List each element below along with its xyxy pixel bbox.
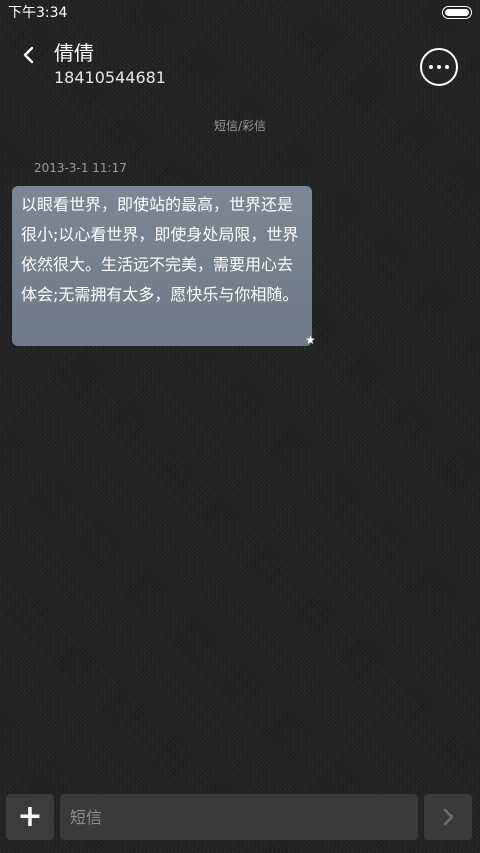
status-bar: 下午3:34 bbox=[0, 0, 480, 26]
received-message-bubble[interactable]: 以眼看世界，即使站的最高，世界还是很小;以心看世界，即使身处局限，世界依然很大。… bbox=[12, 186, 312, 346]
more-options-button[interactable] bbox=[420, 48, 458, 86]
back-button[interactable] bbox=[14, 40, 44, 70]
battery-icon bbox=[442, 6, 472, 19]
more-horizontal-icon bbox=[437, 65, 441, 69]
conversation-header: 倩倩 18410544681 bbox=[0, 30, 480, 100]
status-time: 下午3:34 bbox=[8, 5, 68, 21]
contact-number: 18410544681 bbox=[54, 68, 166, 87]
plus-icon: + bbox=[17, 799, 43, 834]
message-type-label: 短信/彩信 bbox=[213, 119, 267, 133]
chevron-left-icon bbox=[23, 46, 34, 64]
message-timestamp: 2013-3-1 11:17 bbox=[34, 161, 127, 175]
send-button[interactable] bbox=[424, 794, 472, 840]
star-icon: ★ bbox=[305, 333, 316, 347]
sms-input[interactable] bbox=[60, 794, 418, 840]
contact-name: 倩倩 bbox=[54, 41, 94, 65]
add-attachment-button[interactable]: + bbox=[6, 794, 54, 840]
chevron-right-icon bbox=[443, 808, 454, 826]
more-horizontal-icon bbox=[445, 65, 449, 69]
sms-conversation-screen: 下午3:34 倩倩 18410544681 短信/彩信 2013-3-1 11:… bbox=[0, 0, 480, 853]
more-horizontal-icon bbox=[429, 65, 433, 69]
message-composer: + bbox=[0, 785, 480, 853]
battery-level bbox=[445, 9, 469, 16]
